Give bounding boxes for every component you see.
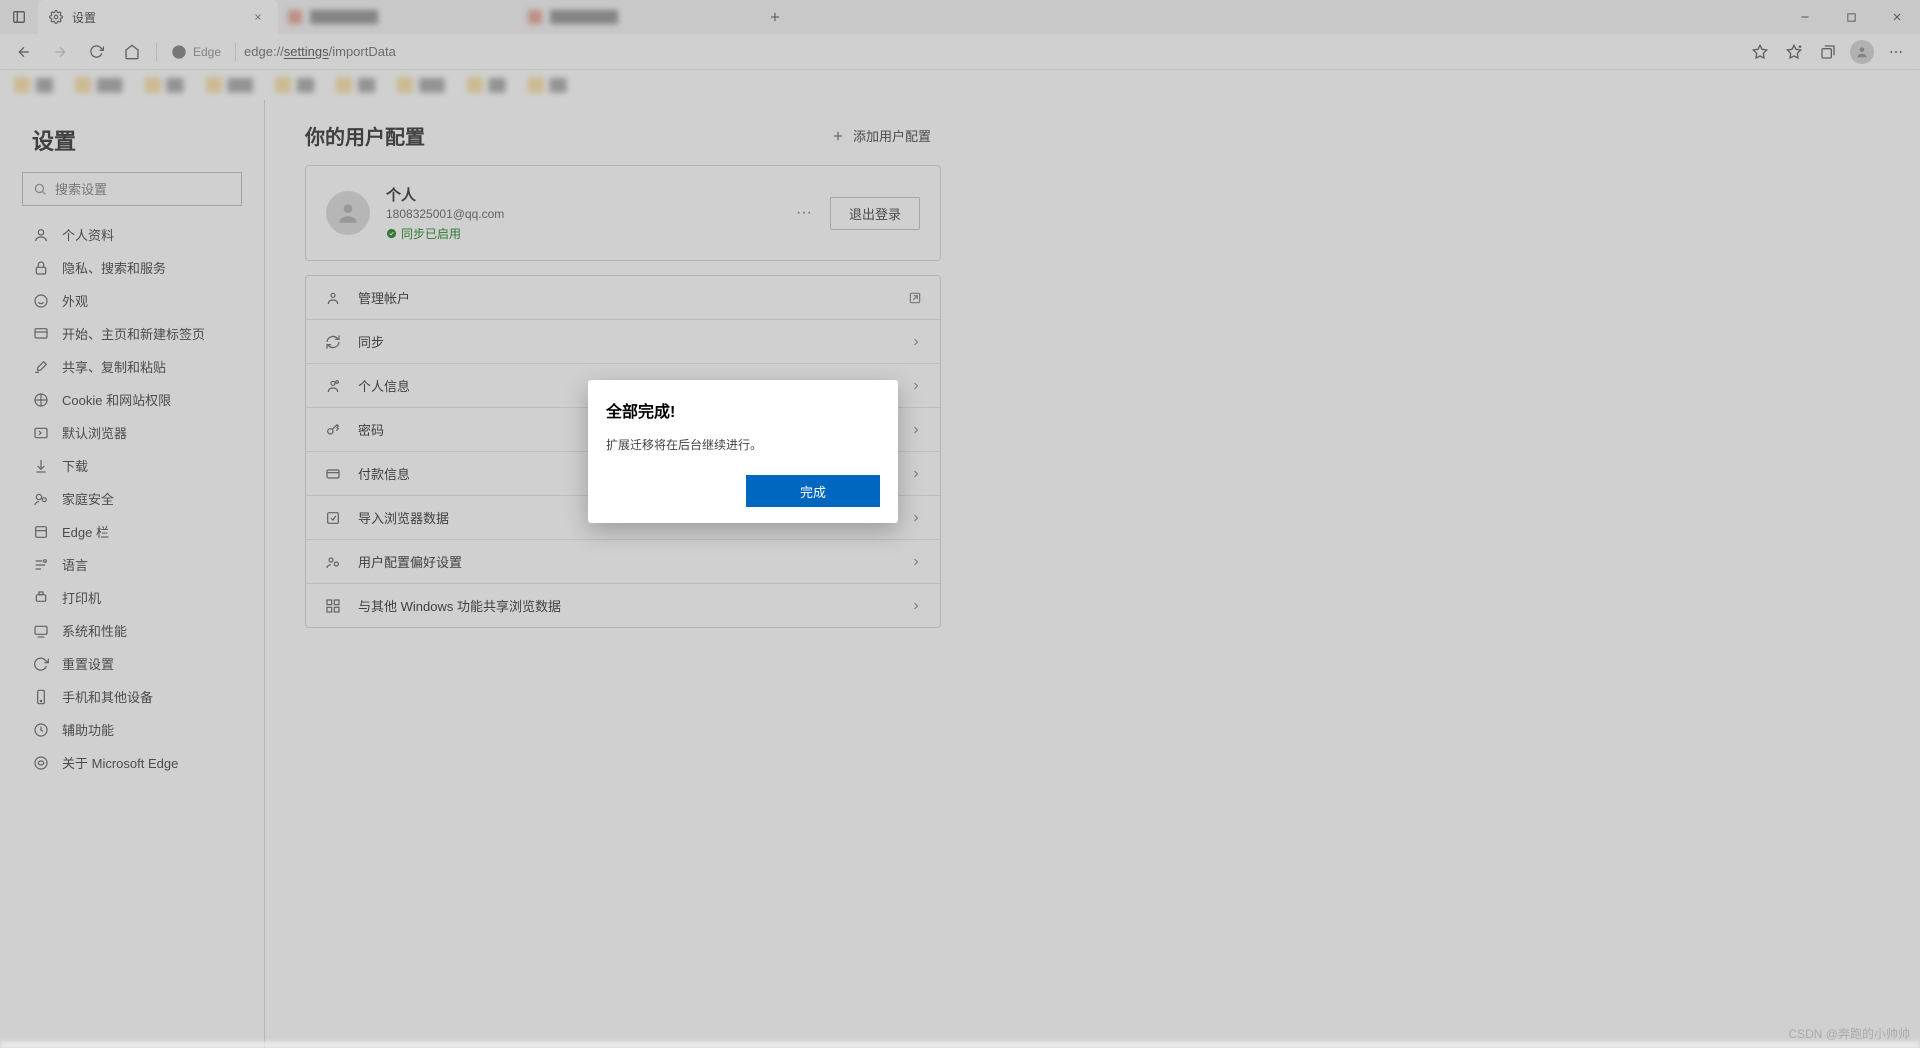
taskbar xyxy=(0,1042,1920,1048)
completion-dialog: 全部完成! 扩展迁移将在后台继续进行。 完成 xyxy=(588,380,898,523)
dialog-title: 全部完成! xyxy=(606,398,880,422)
done-button[interactable]: 完成 xyxy=(746,475,880,507)
modal-overlay xyxy=(0,0,1920,1048)
dialog-body: 扩展迁移将在后台继续进行。 xyxy=(606,436,880,453)
